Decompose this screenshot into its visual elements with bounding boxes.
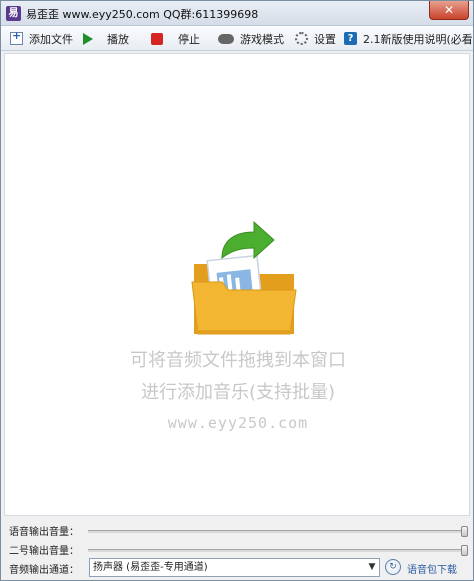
close-button[interactable]: ✕ [429, 1, 469, 20]
play-icon [83, 32, 93, 45]
title-bar[interactable]: 易 易歪歪 www.eyy250.com QQ群:611399698 ✕ [1, 1, 473, 26]
voice-volume-slider[interactable] [88, 526, 468, 537]
help-label: 2.1新版使用说明(必看) [363, 32, 474, 46]
app-window: 易 易歪歪 www.eyy250.com QQ群:611399698 ✕ 添加文… [0, 0, 474, 581]
settings-button[interactable]: 设置 [295, 30, 336, 47]
audio-channel-label: 音频输出通道： [9, 564, 79, 576]
add-file-icon [10, 29, 23, 45]
voice-volume-slider-thumb[interactable] [461, 526, 468, 537]
voice-volume-row: 语音输出音量： [9, 523, 89, 538]
folder-with-arrow-icon [191, 220, 297, 335]
voice-volume-label: 语音输出音量： [9, 526, 79, 538]
window-title: 易歪歪 www.eyy250.com QQ群:611399698 [26, 8, 259, 21]
download-icon[interactable]: ↻ [385, 559, 401, 575]
second-volume-row: 二号输出音量： [9, 542, 89, 557]
second-volume-slider-thumb[interactable] [461, 545, 468, 556]
add-file-button[interactable]: 添加文件 [10, 29, 73, 47]
game-mode-button[interactable]: 游戏模式 [218, 30, 284, 47]
audio-channel-select[interactable]: 扬声器 (易歪歪-专用通道) ▼ [89, 558, 380, 577]
game-mode-label: 游戏模式 [240, 32, 284, 46]
stop-icon [151, 32, 163, 45]
drop-hint-line1: 可将音频文件拖拽到本窗口 [130, 350, 346, 371]
drop-hint-line2: 进行添加音乐(支持批量) [140, 382, 336, 403]
help-icon: ? [344, 32, 357, 45]
help-button[interactable]: ? 2.1新版使用说明(必看) [344, 30, 474, 47]
play-label: 播放 [107, 32, 129, 46]
settings-label: 设置 [314, 32, 336, 46]
voice-pack-download-link[interactable]: 语音包下载 [407, 561, 457, 576]
audio-channel-value: 扬声器 (易歪歪-专用通道) [93, 562, 208, 573]
add-file-label: 添加文件 [29, 32, 73, 46]
audio-channel-row: 音频输出通道： [9, 561, 89, 576]
drop-hint-url: www.eyy250.com [167, 414, 309, 432]
app-logo-icon: 易 [6, 6, 21, 21]
toolbar: 添加文件 播放 停止 游戏模式 设置 ? 2.1新版使用说明(必看) [1, 26, 473, 51]
chevron-down-icon[interactable]: ▼ [365, 559, 379, 576]
gamepad-icon [218, 33, 234, 44]
second-volume-slider[interactable] [88, 545, 468, 556]
stop-button[interactable]: 停止 [151, 30, 200, 47]
file-drop-area[interactable]: 可将音频文件拖拽到本窗口 进行添加音乐(支持批量) www.eyy250.com [4, 53, 470, 516]
play-button[interactable]: 播放 [83, 30, 129, 47]
second-volume-label: 二号输出音量： [9, 545, 79, 557]
stop-label: 停止 [178, 32, 200, 46]
gear-icon [295, 32, 308, 45]
